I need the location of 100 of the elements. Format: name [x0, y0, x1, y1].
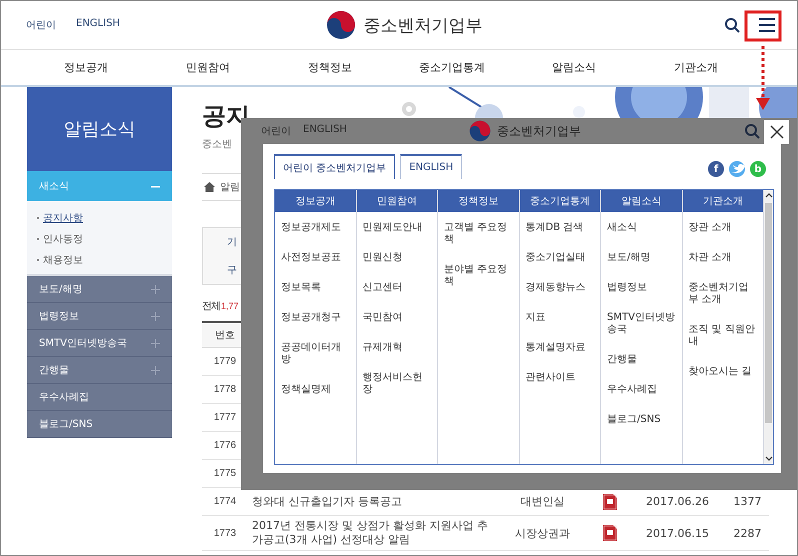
sidebar-item-label: SMTV인터넷방송국: [39, 337, 127, 350]
sitemap-link[interactable]: 규제개혁: [362, 342, 402, 354]
sitemap-link[interactable]: 정책실명제: [281, 384, 331, 396]
sitemap-link[interactable]: 통계설명자료: [526, 342, 586, 354]
sitemap-link[interactable]: 통계DB 검색: [526, 222, 584, 234]
sidebar-item[interactable]: 간행물: [27, 357, 172, 384]
site-tab[interactable]: ENGLISH: [400, 154, 462, 179]
sidebar-item[interactable]: 보도/해명: [27, 276, 172, 303]
sidebar-item-label: 간행물: [39, 364, 69, 377]
search-button[interactable]: [724, 17, 740, 33]
table-cell-text: 1775: [212, 468, 238, 479]
column-header: 민원참여: [356, 190, 437, 212]
column-header: 번호: [214, 329, 236, 342]
column-header: 알림소식: [601, 190, 682, 212]
sitemap-link[interactable]: SMTV인터넷방송국: [607, 312, 676, 336]
sitemap-link[interactable]: 간행물: [607, 354, 637, 366]
site-logo[interactable]: 중소벤처기업부: [326, 10, 482, 40]
sidebar-item[interactable]: 블로그/SNS: [27, 411, 172, 438]
sitemap-link[interactable]: 블로그/SNS: [607, 414, 661, 426]
sitemap-link[interactable]: 지표: [526, 312, 546, 324]
sitemap-link[interactable]: 신고센터: [362, 282, 402, 294]
submenu-link[interactable]: 인사동정: [37, 230, 83, 247]
scroll-down-icon[interactable]: [764, 455, 772, 462]
site-logo[interactable]: 중소벤처기업부: [469, 120, 581, 142]
header-link[interactable]: 어린이: [26, 18, 56, 32]
plus-icon: [151, 312, 160, 320]
column-header: 중소기업통계: [520, 190, 600, 212]
menu-icon: [758, 16, 776, 34]
close-icon: [770, 125, 784, 139]
sitemap-link[interactable]: 보도/해명: [607, 252, 650, 264]
sitemap-link[interactable]: 중소벤처기업부 소개: [688, 282, 757, 306]
sidebar-item-label: 새소식: [39, 180, 69, 193]
sitemap-link[interactable]: 행정서비스헌장: [362, 372, 431, 396]
table-cell-text: 2017.06.26: [645, 495, 710, 508]
nav-link[interactable]: 알림소식: [552, 60, 596, 75]
table-cell-text: 1773: [212, 528, 238, 538]
home-icon[interactable]: [204, 182, 215, 192]
page-subtitle: 중소벤: [202, 138, 232, 151]
file-icon[interactable]: [603, 494, 617, 510]
taegeuk-icon: [326, 10, 356, 40]
search-icon: [724, 17, 740, 33]
total-label: 전체: [202, 300, 220, 313]
sidebar-item-label: 법령정보: [39, 310, 79, 323]
breadcrumb-link[interactable]: 알림: [220, 180, 240, 194]
plus-icon: [151, 284, 160, 294]
site-tab[interactable]: 어린이 중소벤처기업부: [274, 154, 396, 179]
highlight-frame: [744, 10, 782, 42]
scrollbar-thumb[interactable]: [765, 203, 772, 423]
sitemap-link[interactable]: 분야별 주요정책: [444, 264, 512, 288]
file-icon[interactable]: [603, 525, 617, 541]
header-link[interactable]: ENGLISH: [76, 18, 120, 32]
sitemap-link[interactable]: 민원제도안내: [362, 222, 422, 234]
sitemap-link[interactable]: 우수사례집: [607, 384, 657, 396]
post-title-link[interactable]: 2017년 전통시장 및 상점가 활성화 지원사업 추가공고(3개 사업) 선정대상 알림: [248, 516, 495, 550]
plus-icon: [151, 366, 160, 374]
nav-link[interactable]: 정보공개: [64, 60, 108, 75]
submenu-link[interactable]: 채용정보: [37, 251, 83, 268]
sitemap-link[interactable]: 정보목록: [281, 282, 321, 294]
header-link[interactable]: 어린이: [261, 124, 291, 138]
scrollbar[interactable]: [764, 190, 773, 464]
sitemap-link[interactable]: 법령정보: [607, 282, 647, 294]
sitemap-link[interactable]: 공공데이터개방: [281, 342, 350, 366]
sidebar-item-label: 우수사례집: [39, 391, 89, 404]
sitemap-link[interactable]: 조직 및 직원안내: [688, 324, 757, 348]
sidebar-item[interactable]: 법령정보: [27, 303, 172, 330]
facebook-icon[interactable]: f: [708, 161, 724, 177]
post-title-link[interactable]: 청와대 신규출입기자 등록공고: [248, 492, 495, 512]
section-title-banner: 알림소식: [27, 87, 172, 171]
sitemap-link[interactable]: 경제동향뉴스: [526, 282, 586, 294]
sitemap-link[interactable]: 고객별 주요정책: [444, 222, 512, 246]
sitemap-link[interactable]: 차관 소개: [688, 252, 732, 264]
submenu-link[interactable]: 공지사항: [37, 209, 83, 226]
nav-link[interactable]: 기관소개: [674, 60, 718, 75]
table-cell-text: 2287: [732, 526, 762, 540]
search-label: 구: [227, 264, 237, 277]
scroll-up-icon[interactable]: [764, 192, 772, 199]
close-button[interactable]: [764, 120, 789, 144]
nav-link[interactable]: 정책정보: [308, 60, 352, 75]
sitemap-link[interactable]: 중소기업실태: [526, 252, 586, 264]
sitemap-link[interactable]: 새소식: [607, 222, 637, 234]
sitemap-link[interactable]: 사전정보공표: [281, 252, 341, 264]
table-cell-text: 1777: [212, 412, 238, 423]
sidebar-item[interactable]: 우수사례집: [27, 384, 172, 411]
sitemap-link[interactable]: 국민참여: [362, 312, 402, 324]
sidebar-item-label: 블로그/SNS: [39, 418, 93, 431]
sitemap-link[interactable]: 관련사이트: [526, 372, 576, 384]
plus-icon: [151, 338, 160, 348]
table-cell-text: 1774: [212, 496, 238, 507]
nav-link[interactable]: 민원참여: [186, 60, 230, 75]
search-icon: [744, 123, 760, 139]
sitemap-link[interactable]: 장관 소개: [688, 222, 732, 234]
table-cell-text: 대변인실: [520, 494, 566, 509]
column-header: 정책정보: [438, 190, 518, 212]
nav-link[interactable]: 중소기업통계: [419, 60, 485, 75]
sitemap-link[interactable]: 찾아오시는 길: [688, 366, 752, 378]
sitemap-link[interactable]: 민원신청: [362, 252, 402, 264]
sidebar-item[interactable]: SMTV인터넷방송국: [27, 330, 172, 357]
table-cell-text: 1778: [212, 384, 238, 395]
sitemap-link[interactable]: 정보공개제도: [281, 222, 341, 234]
sitemap-link[interactable]: 정보공개청구: [281, 312, 341, 324]
